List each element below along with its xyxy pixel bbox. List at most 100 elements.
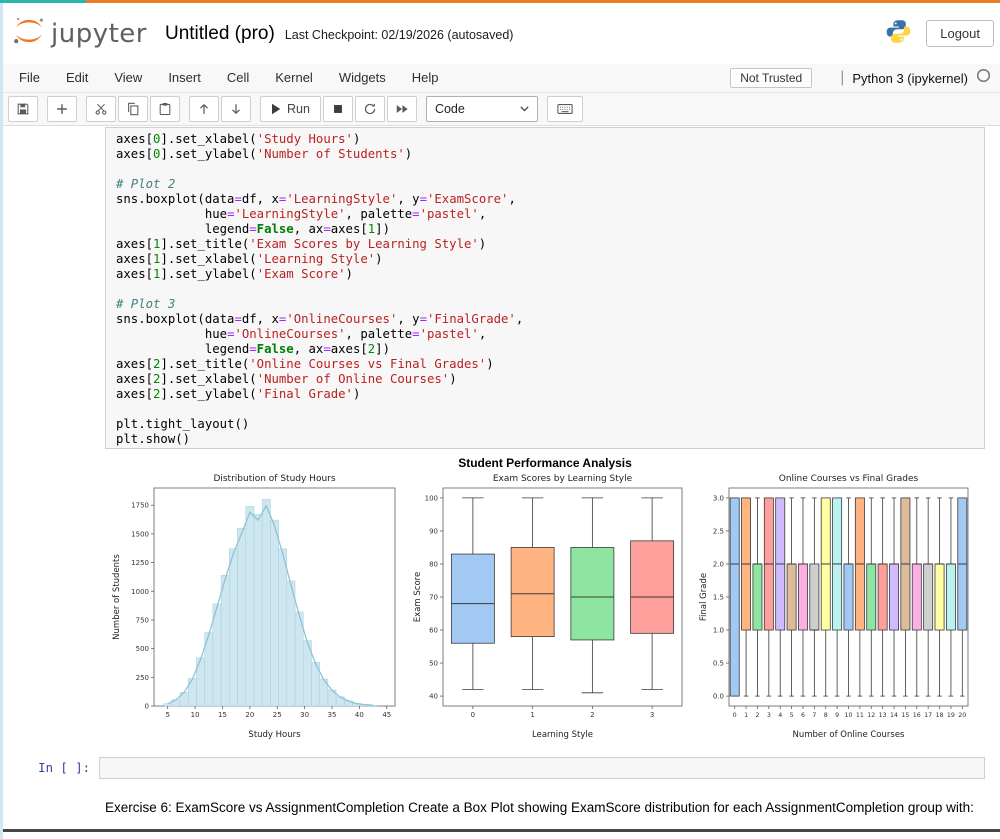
svg-text:750: 750 bbox=[136, 616, 149, 624]
play-icon bbox=[271, 103, 281, 115]
menu-insert[interactable]: Insert bbox=[155, 64, 214, 92]
svg-text:40: 40 bbox=[429, 693, 438, 701]
restart-run-all-button[interactable] bbox=[387, 96, 417, 122]
svg-text:6: 6 bbox=[801, 712, 805, 719]
svg-text:0: 0 bbox=[733, 712, 737, 719]
jupyter-notebook-window: jupyter Untitled (pro) Last Checkpoint: … bbox=[0, 0, 1000, 839]
svg-text:3.0: 3.0 bbox=[713, 494, 724, 502]
svg-text:11: 11 bbox=[856, 712, 864, 719]
svg-text:17: 17 bbox=[924, 712, 932, 719]
markdown-cell[interactable]: Exercise 6: ExamScore vs AssignmentCompl… bbox=[105, 800, 990, 815]
svg-text:2: 2 bbox=[755, 712, 759, 719]
empty-cell-editor[interactable] bbox=[99, 757, 985, 779]
menu-help[interactable]: Help bbox=[399, 64, 452, 92]
chevron-down-icon bbox=[520, 106, 529, 112]
empty-code-cell[interactable]: In [ ]: bbox=[0, 757, 985, 779]
menu-edit[interactable]: Edit bbox=[53, 64, 101, 92]
run-button[interactable]: Run bbox=[260, 96, 321, 122]
cell-type-select[interactable]: Code bbox=[426, 96, 538, 122]
move-cell-down-button[interactable] bbox=[221, 96, 251, 122]
kernel-idle-icon bbox=[976, 68, 991, 88]
svg-text:15: 15 bbox=[218, 711, 227, 719]
menu-kernel[interactable]: Kernel bbox=[262, 64, 326, 92]
svg-text:Exam Score: Exam Score bbox=[413, 572, 423, 622]
svg-text:9: 9 bbox=[835, 712, 839, 719]
svg-text:Exam Scores by Learning Style: Exam Scores by Learning Style bbox=[493, 474, 633, 484]
arrow-down-icon bbox=[229, 102, 243, 116]
jupyter-logo-icon bbox=[12, 16, 46, 51]
kernel-separator: | bbox=[840, 69, 844, 87]
window-left-edge bbox=[0, 0, 3, 839]
menu-file[interactable]: File bbox=[6, 64, 53, 92]
cell-type-value: Code bbox=[435, 102, 465, 116]
jupyter-logo[interactable]: jupyter bbox=[12, 16, 147, 51]
menu-widgets[interactable]: Widgets bbox=[326, 64, 399, 92]
svg-text:0: 0 bbox=[471, 711, 475, 719]
svg-text:2.5: 2.5 bbox=[713, 527, 724, 535]
checkpoint-status: Last Checkpoint: 02/19/2026 (autosaved) bbox=[285, 28, 514, 42]
input-prompt: In [ ]: bbox=[0, 757, 99, 779]
interrupt-kernel-button[interactable] bbox=[323, 96, 353, 122]
menu-cell[interactable]: Cell bbox=[214, 64, 262, 92]
svg-text:50: 50 bbox=[429, 660, 438, 668]
svg-text:Study Hours: Study Hours bbox=[248, 730, 301, 740]
code-cell[interactable]: axes[0].set_xlabel('Study Hours') axes[0… bbox=[105, 127, 985, 449]
jupyter-logo-text: jupyter bbox=[51, 19, 147, 49]
boxplot-exam-scores: 0123405060708090100Exam Scores by Learni… bbox=[409, 470, 689, 742]
notebook-header: jupyter Untitled (pro) Last Checkpoint: … bbox=[0, 3, 1000, 64]
svg-text:10: 10 bbox=[191, 711, 200, 719]
output-figure: 0250500750100012501500175051015202530354… bbox=[108, 470, 988, 742]
svg-text:250: 250 bbox=[136, 674, 149, 682]
copy-cells-button[interactable] bbox=[118, 96, 148, 122]
svg-text:1.5: 1.5 bbox=[713, 594, 724, 602]
svg-text:7: 7 bbox=[812, 712, 816, 719]
svg-text:1750: 1750 bbox=[131, 502, 149, 510]
paste-cells-button[interactable] bbox=[150, 96, 180, 122]
svg-text:25: 25 bbox=[273, 711, 282, 719]
toolbar: Run Code bbox=[0, 93, 1000, 126]
command-palette-button[interactable] bbox=[547, 96, 583, 122]
svg-text:80: 80 bbox=[429, 560, 438, 568]
svg-text:Final Grade: Final Grade bbox=[699, 573, 709, 621]
menu-view[interactable]: View bbox=[101, 64, 155, 92]
restart-kernel-button[interactable] bbox=[355, 96, 385, 122]
svg-text:20: 20 bbox=[958, 712, 966, 719]
restart-icon bbox=[363, 102, 377, 116]
svg-text:90: 90 bbox=[429, 527, 438, 535]
svg-text:5: 5 bbox=[790, 712, 794, 719]
figure-suptitle: Student Performance Analysis bbox=[105, 456, 985, 470]
notebook-title[interactable]: Untitled (pro) bbox=[165, 23, 275, 45]
svg-text:0: 0 bbox=[145, 703, 149, 711]
svg-text:2: 2 bbox=[590, 711, 594, 719]
svg-text:1500: 1500 bbox=[131, 530, 149, 538]
svg-text:2.0: 2.0 bbox=[713, 560, 724, 568]
svg-text:Learning Style: Learning Style bbox=[532, 730, 593, 740]
svg-text:12: 12 bbox=[867, 712, 875, 719]
move-cell-up-button[interactable] bbox=[189, 96, 219, 122]
svg-text:1250: 1250 bbox=[131, 559, 149, 567]
svg-text:45: 45 bbox=[382, 711, 391, 719]
menu-bar: File Edit View Insert Cell Kernel Widget… bbox=[0, 64, 1000, 93]
scissors-icon bbox=[94, 102, 108, 116]
code-editor[interactable]: axes[0].set_xlabel('Study Hours') axes[0… bbox=[106, 128, 984, 449]
not-trusted-button[interactable]: Not Trusted bbox=[730, 68, 812, 88]
svg-text:8: 8 bbox=[824, 712, 828, 719]
copy-icon bbox=[126, 102, 140, 116]
svg-text:18: 18 bbox=[936, 712, 944, 719]
svg-text:3: 3 bbox=[767, 712, 771, 719]
cut-cells-button[interactable] bbox=[86, 96, 116, 122]
svg-text:500: 500 bbox=[136, 645, 149, 653]
run-label: Run bbox=[287, 102, 310, 116]
svg-text:Number of Online Courses: Number of Online Courses bbox=[793, 730, 906, 740]
arrow-up-icon bbox=[197, 102, 211, 116]
svg-text:Number of Students: Number of Students bbox=[112, 554, 122, 640]
save-button[interactable] bbox=[8, 96, 38, 122]
stop-icon bbox=[331, 102, 345, 116]
boxplot-online-courses: 012345678910111213141516171819200.00.51.… bbox=[695, 470, 975, 742]
svg-text:1: 1 bbox=[744, 712, 748, 719]
insert-cell-button[interactable] bbox=[47, 96, 77, 122]
svg-text:40: 40 bbox=[355, 711, 364, 719]
svg-text:19: 19 bbox=[947, 712, 955, 719]
svg-text:1: 1 bbox=[530, 711, 534, 719]
logout-button[interactable]: Logout bbox=[926, 20, 994, 47]
